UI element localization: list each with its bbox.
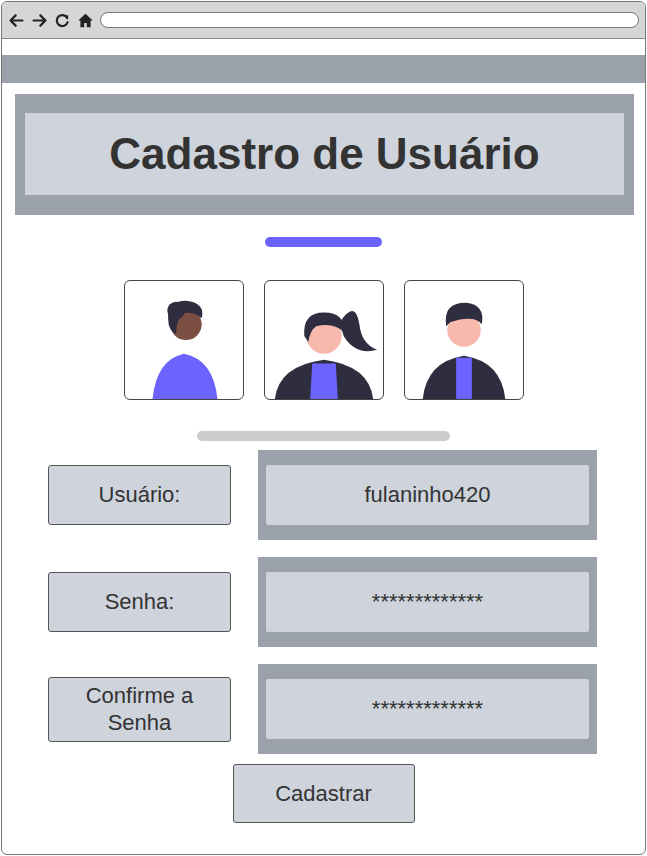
field-label: Senha: xyxy=(48,572,231,632)
home-icon[interactable] xyxy=(77,12,94,29)
header-bar xyxy=(2,55,645,83)
field-frame: fulaninho420 xyxy=(258,450,597,540)
form-row: Confirme a Senha ************* xyxy=(2,664,645,754)
man-avatar-icon xyxy=(405,281,523,399)
browser-toolbar xyxy=(2,2,645,39)
address-bar[interactable] xyxy=(100,12,639,28)
text-field[interactable]: ************* xyxy=(266,679,589,739)
avatar-card[interactable] xyxy=(404,280,524,400)
accent-bar xyxy=(265,237,382,247)
field-frame: ************* xyxy=(258,664,597,754)
text-field[interactable]: ************* xyxy=(266,572,589,632)
form-row: Usuário: fulaninho420 xyxy=(2,450,645,540)
form-row: Senha: ************* xyxy=(2,557,645,647)
divider-bar xyxy=(197,431,450,441)
avatar-row xyxy=(2,280,645,400)
title-banner: Cadastro de Usuário xyxy=(15,94,634,215)
forward-arrow-icon[interactable] xyxy=(31,12,48,29)
avatar-card[interactable] xyxy=(264,280,384,400)
field-label: Confirme a Senha xyxy=(48,677,231,742)
field-label: Usuário: xyxy=(48,465,231,525)
page-title: Cadastro de Usuário xyxy=(25,113,624,195)
person-back-icon xyxy=(125,281,243,399)
field-frame: ************* xyxy=(258,557,597,647)
avatar-card[interactable] xyxy=(124,280,244,400)
browser-window: Cadastro de Usuário Usuário: fulaninho420 S… xyxy=(1,1,646,855)
woman-avatar-icon xyxy=(265,281,383,399)
submit-button[interactable]: Cadastrar xyxy=(233,764,415,823)
back-arrow-icon[interactable] xyxy=(8,12,25,29)
signup-form: Usuário:fulaninho420Senha:*************C… xyxy=(2,450,645,754)
reload-icon[interactable] xyxy=(54,12,71,29)
text-field[interactable]: fulaninho420 xyxy=(266,465,589,525)
